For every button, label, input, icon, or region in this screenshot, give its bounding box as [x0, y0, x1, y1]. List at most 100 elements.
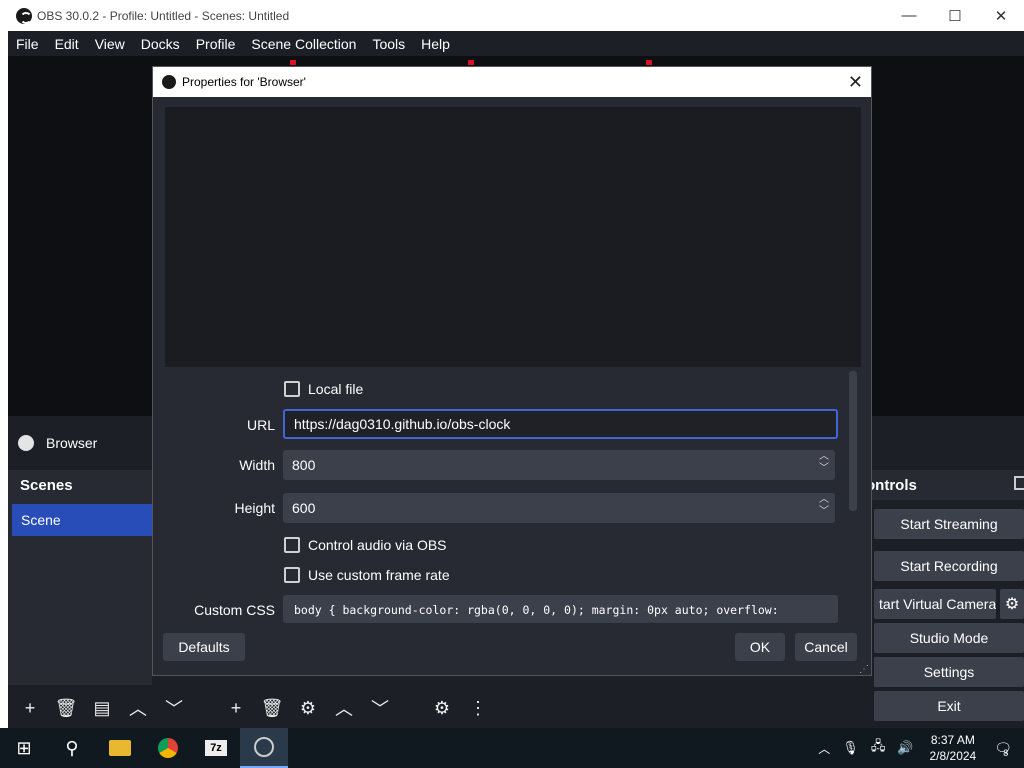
menu-edit[interactable]: Edit — [47, 36, 87, 52]
controls-title: ontrols — [866, 476, 917, 494]
file-explorer-button[interactable] — [96, 728, 144, 768]
ok-button[interactable]: OK — [735, 633, 785, 661]
filter-icon: ▤ — [93, 697, 111, 718]
more-vertical-icon: ⋮ — [469, 697, 487, 718]
height-label: Height — [234, 500, 275, 516]
scene-item[interactable]: Scene — [12, 504, 152, 536]
cancel-button[interactable]: Cancel — [795, 633, 857, 661]
height-value: 600 — [292, 500, 316, 516]
control-audio-checkbox[interactable] — [284, 537, 300, 553]
move-scene-down-button[interactable]: ﹀ — [158, 693, 190, 723]
start-button[interactable]: ⊞ — [0, 728, 48, 768]
remove-source-button[interactable]: 🗑 — [256, 693, 288, 723]
dialog-close-button[interactable]: ✕ — [848, 72, 863, 93]
audio-mixer-toolbar: ⚙ ⋮ — [424, 688, 504, 728]
minimize-button[interactable]: — — [886, 0, 932, 31]
local-file-checkbox[interactable] — [284, 381, 300, 397]
menu-scene-collection[interactable]: Scene Collection — [243, 36, 364, 52]
add-source-button[interactable]: + — [220, 693, 252, 723]
source-properties-button[interactable]: ⚙ — [292, 693, 324, 723]
microphone-icon[interactable]: 🎙 — [842, 740, 859, 756]
start-streaming-button[interactable]: Start Streaming — [874, 509, 1024, 539]
custom-frame-rate-checkbox[interactable] — [284, 567, 300, 583]
width-label: Width — [239, 457, 275, 473]
close-button[interactable]: ✕ — [978, 0, 1024, 31]
resize-grip-icon[interactable]: ⋰ — [859, 664, 869, 675]
chrome-icon — [158, 738, 178, 758]
url-input[interactable]: https://dag0310.github.io/obs-clock — [283, 409, 838, 439]
folder-icon — [109, 740, 131, 756]
properties-scrollbar[interactable] — [849, 371, 857, 511]
obs-taskbar-button[interactable] — [240, 728, 288, 768]
search-icon: ⚲ — [65, 737, 79, 758]
chevron-up-icon[interactable]: ︿ — [818, 740, 830, 757]
move-scene-up-button[interactable]: ︿ — [122, 693, 154, 723]
notifications-icon[interactable]: 🗨 8 — [994, 740, 1012, 758]
height-spinbox[interactable]: 600 ︿ ﹀ — [283, 493, 835, 523]
remove-scene-button[interactable]: 🗑 — [50, 693, 82, 723]
network-icon[interactable]: 🖧 — [871, 737, 886, 759]
advanced-audio-button[interactable]: ⚙ — [426, 693, 458, 723]
dialog-titlebar: Properties for 'Browser' ✕ — [153, 67, 871, 97]
move-source-up-button[interactable]: ︿ — [328, 693, 360, 723]
clock[interactable]: 8:37 AM 2/8/2024 — [930, 732, 977, 764]
transform-handle — [290, 60, 296, 65]
search-button[interactable]: ⚲ — [48, 728, 96, 768]
gears-icon: ⚙ — [433, 697, 451, 718]
chevron-up-icon: ︿ — [129, 699, 147, 719]
windows-icon: ⊞ — [16, 737, 32, 758]
transform-handle — [468, 60, 474, 65]
spin-up-icon[interactable]: ︿ — [819, 451, 829, 463]
gear-icon: ⚙ — [299, 697, 317, 718]
custom-frame-rate-checkbox-row[interactable]: Use custom frame rate — [284, 567, 450, 583]
custom-css-textarea[interactable]: body { background-color: rgba(0, 0, 0, 0… — [283, 595, 838, 623]
undock-icon[interactable] — [1014, 476, 1024, 490]
spin-down-icon[interactable]: ﹀ — [819, 463, 829, 475]
scene-filters-button[interactable]: ▤ — [86, 693, 118, 723]
start-virtual-camera-button[interactable]: tart Virtual Camera — [874, 589, 996, 619]
controls-panel: Start Streaming Start Recording tart Vir… — [866, 500, 1024, 724]
chevron-down-icon: ﹀ — [371, 699, 389, 719]
mixer-menu-button[interactable]: ⋮ — [462, 693, 494, 723]
menu-file[interactable]: File — [8, 36, 47, 52]
obs-logo-icon — [254, 737, 274, 757]
7zip-icon: 7z — [205, 740, 227, 756]
window-left-edge — [0, 31, 8, 731]
scenes-list: Scene — [8, 500, 152, 685]
windows-taskbar: ⊞ ⚲ 7z ︿ 🎙 🖧 🔊 8:37 AM 2/8/2024 🗨 8 — [0, 728, 1024, 768]
obs-logo-icon — [162, 75, 176, 89]
local-file-label: Local file — [308, 381, 364, 397]
clock-date: 2/8/2024 — [929, 749, 977, 763]
exit-button[interactable]: Exit — [874, 691, 1024, 721]
7zip-button[interactable]: 7z — [192, 728, 240, 768]
settings-button[interactable]: Settings — [874, 657, 1024, 687]
source-bar: Browser — [8, 428, 158, 458]
start-recording-button[interactable]: Start Recording — [874, 551, 1024, 581]
notification-count: 8 — [1003, 747, 1009, 758]
window-titlebar: OBS 30.0.2 - Profile: Untitled - Scenes:… — [0, 0, 1024, 31]
spin-down-icon[interactable]: ﹀ — [819, 506, 829, 518]
defaults-button[interactable]: Defaults — [163, 633, 245, 661]
menu-docks[interactable]: Docks — [133, 36, 188, 52]
menu-profile[interactable]: Profile — [188, 36, 244, 52]
control-audio-checkbox-row[interactable]: Control audio via OBS — [284, 537, 447, 553]
add-scene-button[interactable]: + — [14, 693, 46, 723]
width-spinbox[interactable]: 800 ︿ ﹀ — [283, 450, 835, 480]
gear-icon: ⚙ — [1004, 596, 1020, 613]
menu-help[interactable]: Help — [413, 36, 458, 52]
studio-mode-button[interactable]: Studio Mode — [874, 623, 1024, 653]
maximize-button[interactable]: ☐ — [932, 0, 978, 31]
spin-up-icon[interactable]: ︿ — [819, 494, 829, 506]
volume-icon[interactable]: 🔊 — [897, 740, 913, 756]
menu-tools[interactable]: Tools — [364, 36, 413, 52]
system-tray: ︿ 🎙 🖧 🔊 8:37 AM 2/8/2024 🗨 8 — [812, 728, 1024, 768]
window-title: OBS 30.0.2 - Profile: Untitled - Scenes:… — [37, 8, 290, 23]
menu-view[interactable]: View — [87, 36, 133, 52]
scenes-dock-header: Scenes — [8, 470, 152, 500]
virtual-camera-settings-button[interactable]: ⚙ — [1000, 589, 1024, 619]
trash-icon: 🗑 — [54, 697, 78, 718]
custom-frame-rate-label: Use custom frame rate — [308, 567, 450, 583]
local-file-checkbox-row[interactable]: Local file — [284, 381, 363, 397]
move-source-down-button[interactable]: ﹀ — [364, 693, 396, 723]
chrome-button[interactable] — [144, 728, 192, 768]
